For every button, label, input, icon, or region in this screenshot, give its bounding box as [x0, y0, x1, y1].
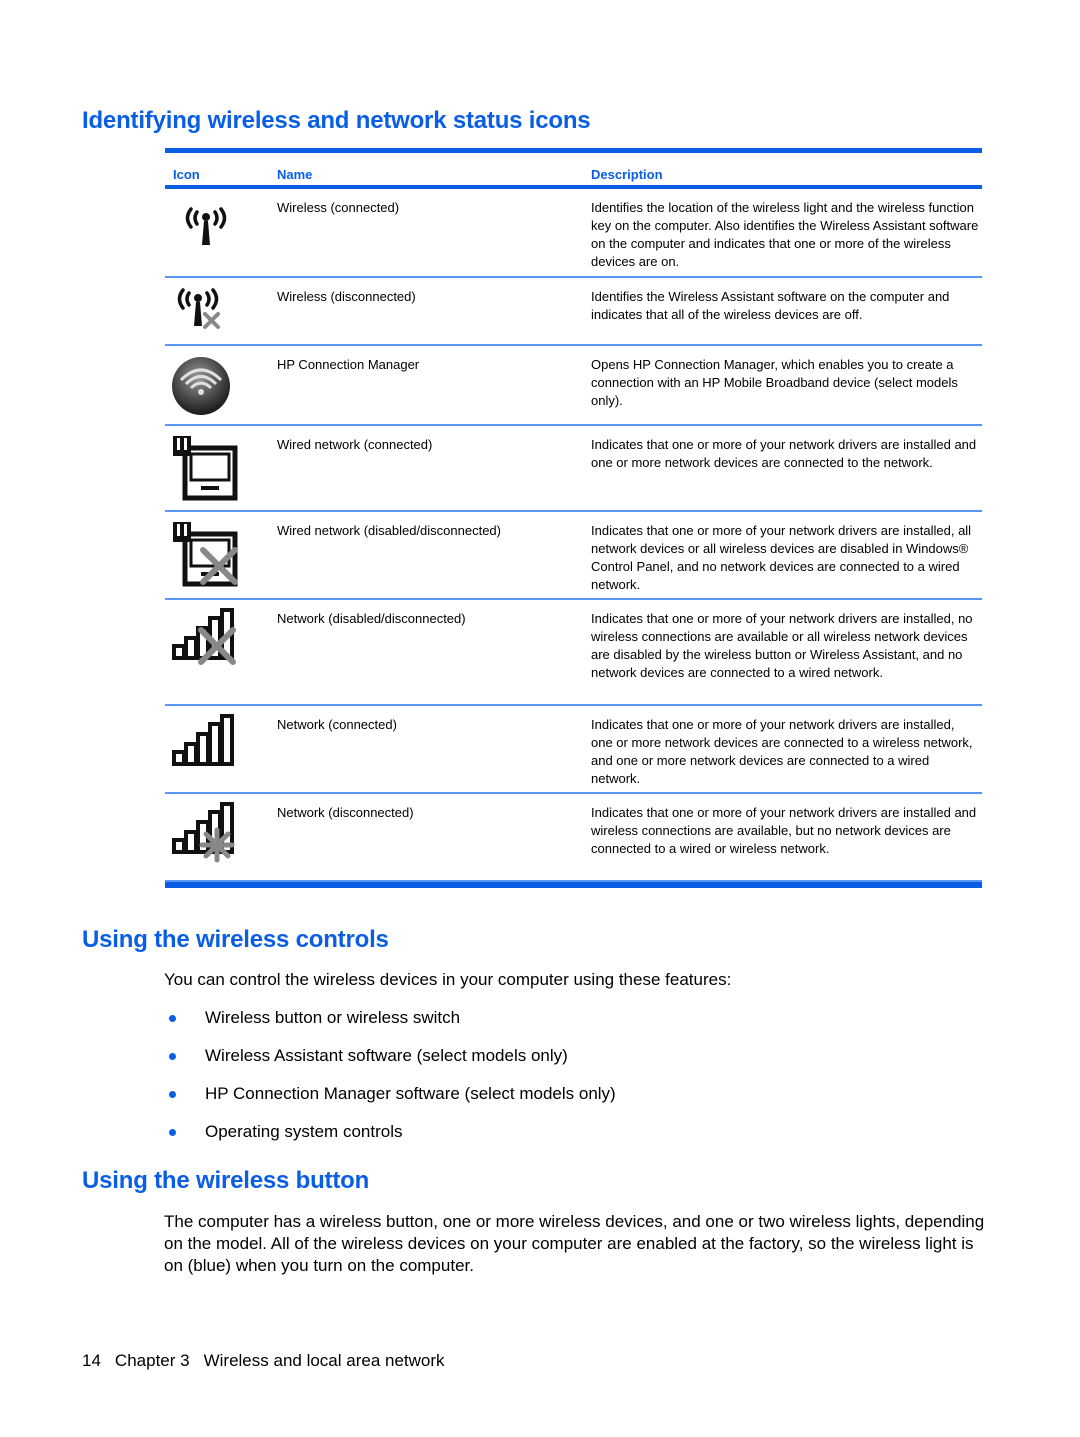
network-connected-icon [171, 714, 241, 784]
bullet-icon [169, 1091, 176, 1098]
list-item-text: Wireless button or wireless switch [205, 1008, 461, 1027]
header-name: Name [277, 167, 313, 182]
wireless-connected-icon [171, 197, 241, 267]
hp-connection-manager-icon [171, 354, 241, 424]
row-description: Identifies the Wireless Assistant softwa… [591, 289, 950, 322]
table-row: HP Connection Manager Opens HP Connectio… [165, 346, 982, 426]
header-icon: Icon [173, 167, 200, 182]
list-item-text: Operating system controls [205, 1122, 403, 1141]
row-description: Identifies the location of the wireless … [591, 200, 979, 269]
row-name: Network (disconnected) [277, 805, 414, 820]
section-heading-status-icons: Identifying wireless and network status … [82, 107, 591, 134]
row-description: Indicates that one or more of your netwo… [591, 523, 972, 592]
bullet-icon [169, 1129, 176, 1136]
bullet-icon [169, 1015, 176, 1022]
section-heading-wireless-controls: Using the wireless controls [82, 926, 389, 953]
page-footer: 14 Chapter 3 Wireless and local area netwo… [82, 1351, 459, 1371]
table-bottom-rule [165, 882, 982, 888]
table-row: Wireless (connected) Identifies the loca… [165, 189, 982, 278]
status-icons-table: Icon Name Description Wireless (connecte… [165, 148, 982, 888]
list-item: HP Connection Manager software (select m… [164, 1083, 616, 1121]
row-description: Indicates that one or more of your netwo… [591, 717, 973, 786]
table-row: Wired network (connected) Indicates that… [165, 426, 982, 512]
row-name: HP Connection Manager [277, 357, 420, 372]
row-description: Indicates that one or more of your netwo… [591, 437, 977, 470]
row-description: Indicates that one or more of your netwo… [591, 611, 973, 680]
wired-network-disconnected-icon [171, 520, 241, 590]
row-description: Opens HP Connection Manager, which enabl… [591, 357, 958, 408]
row-name: Network (disabled/disconnected) [277, 611, 466, 626]
list-item-text: HP Connection Manager software (select m… [205, 1084, 616, 1103]
page-number: 14 [82, 1351, 101, 1370]
list-item: Wireless Assistant software (select mode… [164, 1045, 616, 1083]
row-name: Wired network (disabled/disconnected) [277, 523, 501, 538]
network-disabled-icon [171, 608, 241, 678]
table-row: Network (disconnected) Indicates that on… [165, 794, 982, 882]
row-description: Indicates that one or more of your netwo… [591, 805, 977, 856]
table-row: Network (disabled/disconnected) Indicate… [165, 600, 982, 706]
wired-network-connected-icon [171, 434, 241, 504]
network-disconnected-icon [171, 802, 241, 872]
table-row: Wired network (disabled/disconnected) In… [165, 512, 982, 600]
table-header: Icon Name Description [165, 153, 982, 185]
chapter-label: Chapter 3 [114, 1351, 190, 1370]
controls-list: Wireless button or wireless switch Wirel… [164, 1007, 616, 1159]
bullet-icon [169, 1053, 176, 1060]
list-item: Wireless button or wireless switch [164, 1007, 616, 1045]
header-description: Description [591, 167, 663, 182]
table-row: Wireless (disconnected) Identifies the W… [165, 278, 982, 346]
section-heading-wireless-button: Using the wireless button [82, 1167, 370, 1194]
wireless-button-paragraph: The computer has a wireless button, one … [164, 1212, 985, 1275]
list-item-text: Wireless Assistant software (select mode… [205, 1046, 568, 1065]
table-row: Network (connected) Indicates that one o… [165, 706, 982, 794]
row-name: Wireless (connected) [277, 200, 400, 215]
list-item: Operating system controls [164, 1121, 616, 1159]
row-name: Wireless (disconnected) [277, 289, 416, 304]
row-name: Wired network (connected) [277, 437, 433, 452]
controls-intro: You can control the wireless devices in … [164, 970, 732, 989]
row-name: Network (connected) [277, 717, 397, 732]
chapter-title: Wireless and local area network [203, 1351, 445, 1370]
